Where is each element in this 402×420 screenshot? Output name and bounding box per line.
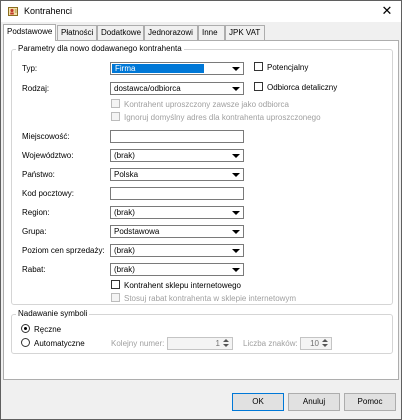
region-label: Region:	[22, 208, 50, 217]
chevron-down-icon	[232, 249, 240, 253]
grupa-select[interactable]: Podstawowa	[110, 225, 244, 238]
grupa-label: Grupa:	[22, 227, 47, 236]
liczba-znakow-value: 10	[310, 339, 319, 348]
tab-panel-podstawowe: Parametry dla nowo dodawanego kontrahent…	[3, 40, 399, 380]
reczne-label: Ręczne	[34, 325, 62, 334]
panstwo-value: Polska	[114, 170, 139, 179]
tab-jpk-vat[interactable]: JPK VAT	[225, 25, 265, 40]
poziom-cen-select[interactable]: (brak)	[110, 244, 244, 257]
ok-button[interactable]: OK	[232, 393, 284, 411]
chevron-down-icon	[232, 268, 240, 272]
kod-pocztowy-label: Kod pocztowy:	[22, 189, 75, 198]
wojewodztwo-label: Województwo:	[22, 151, 74, 160]
stosuj-rabat-label: Stosuj rabat kontrahenta w sklepie inter…	[124, 294, 297, 303]
rodzaj-value: dostawca/odbiorca	[114, 84, 181, 93]
uproszczony-label: Kontrahent uproszczony zawsze jako odbio…	[124, 100, 289, 109]
tab-platnosci[interactable]: Płatności	[57, 25, 97, 40]
window-title: Kontrahenci	[24, 6, 73, 16]
cancel-button[interactable]: Anuluj	[288, 393, 340, 411]
panstwo-select[interactable]: Polska	[110, 168, 244, 181]
panstwo-label: Państwo:	[22, 170, 55, 179]
chevron-down-icon	[232, 211, 240, 215]
contacts-icon	[8, 7, 18, 16]
uproszczony-checkbox[interactable]	[111, 99, 120, 108]
typ-label: Typ:	[22, 64, 38, 73]
sklep-checkbox[interactable]	[111, 280, 120, 289]
reczne-radio[interactable]	[21, 324, 30, 333]
miejscowosc-input[interactable]	[110, 130, 244, 143]
rodzaj-select[interactable]: dostawca/odbiorca	[110, 82, 244, 95]
kolejny-numer-value: 1	[215, 339, 220, 348]
region-value: (brak)	[114, 208, 135, 217]
params-group-title: Parametry dla nowo dodawanego kontrahent…	[16, 44, 184, 53]
liczba-znakow-label: Liczba znaków:	[243, 339, 298, 348]
wojewodztwo-value: (brak)	[114, 151, 135, 160]
potencjalny-checkbox[interactable]	[254, 62, 263, 71]
poziom-cen-label: Poziom cen sprzedaży:	[22, 246, 105, 255]
spinner-arrows-icon[interactable]	[222, 339, 231, 349]
ignoruj-label: Ignoruj domyślny adres dla kontrahenta u…	[124, 113, 321, 122]
region-select[interactable]: (brak)	[110, 206, 244, 219]
ignoruj-checkbox[interactable]	[111, 112, 120, 121]
tab-jednorazowi[interactable]: Jednorazowi	[144, 25, 198, 40]
typ-value: Firma	[112, 64, 204, 73]
title-bar: Kontrahenci ✕	[1, 1, 401, 22]
automatyczne-label: Automatyczne	[34, 339, 85, 348]
chevron-down-icon	[232, 154, 240, 158]
tab-podstawowe[interactable]: Podstawowe	[3, 24, 56, 41]
tab-dodatkowe[interactable]: Dodatkowe	[97, 25, 144, 40]
chevron-down-icon	[232, 230, 240, 234]
grupa-value: Podstawowa	[114, 227, 160, 236]
symbols-group-title: Nadawanie symboli	[16, 309, 90, 318]
chevron-down-icon	[232, 67, 240, 71]
wojewodztwo-select[interactable]: (brak)	[110, 149, 244, 162]
close-icon[interactable]: ✕	[379, 3, 395, 19]
automatyczne-radio[interactable]	[21, 338, 30, 347]
typ-select[interactable]: Firma	[110, 62, 244, 75]
spinner-arrows-icon[interactable]	[321, 339, 330, 349]
kolejny-numer-spinner[interactable]: 1	[167, 337, 233, 350]
odbiorca-detaliczny-label: Odbiorca detaliczny	[267, 83, 338, 92]
odbiorca-detaliczny-checkbox[interactable]	[254, 82, 263, 91]
chevron-down-icon	[232, 87, 240, 91]
tab-inne[interactable]: Inne	[198, 25, 225, 40]
help-button[interactable]: Pomoc	[344, 393, 396, 411]
rabat-label: Rabat:	[22, 265, 46, 274]
sklep-label: Kontrahent sklepu internetowego	[124, 281, 241, 290]
chevron-down-icon	[232, 173, 240, 177]
liczba-znakow-spinner[interactable]: 10	[300, 337, 332, 350]
stosuj-rabat-checkbox[interactable]	[111, 293, 120, 302]
poziom-cen-value: (brak)	[114, 246, 135, 255]
rabat-select[interactable]: (brak)	[110, 263, 244, 276]
potencjalny-label: Potencjalny	[267, 63, 309, 72]
kod-pocztowy-input[interactable]	[110, 187, 244, 200]
kolejny-numer-label: Kolejny numer:	[111, 339, 165, 348]
dialog-window: Kontrahenci ✕ Podstawowe Płatności Dodat…	[0, 0, 402, 420]
miejscowosc-label: Miejscowość:	[22, 132, 70, 141]
rabat-value: (brak)	[114, 265, 135, 274]
rodzaj-label: Rodzaj:	[22, 84, 50, 93]
